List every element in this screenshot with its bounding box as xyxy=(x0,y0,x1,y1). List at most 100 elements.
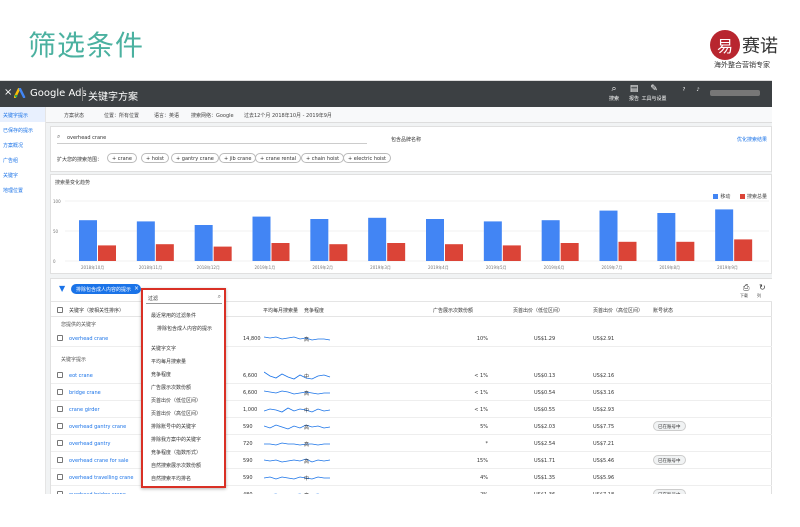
filter-search-input[interactable]: 过滤 ⌕ xyxy=(146,293,222,304)
filter-option[interactable]: 排除我方案中的关键字 xyxy=(151,436,201,443)
row-keyword[interactable]: overhead crane for sale xyxy=(69,458,128,464)
bar-mobile[interactable] xyxy=(310,219,329,261)
row-checkbox[interactable] xyxy=(57,389,63,395)
bar-total[interactable] xyxy=(213,246,232,261)
bar-total[interactable] xyxy=(560,243,579,261)
row-checkbox[interactable] xyxy=(57,457,63,463)
bar-total[interactable] xyxy=(387,243,406,261)
broaden-chip[interactable]: + gantry crane xyxy=(171,153,219,163)
close-icon[interactable]: × xyxy=(134,285,139,292)
bar-total[interactable] xyxy=(618,241,637,261)
sidebar-item-keywords[interactable]: 关键字 xyxy=(0,167,45,182)
row-checkbox[interactable] xyxy=(57,491,63,494)
language-filter[interactable]: 语言：英语 xyxy=(154,112,179,119)
bar-mobile[interactable] xyxy=(657,213,676,261)
bar-total[interactable] xyxy=(502,245,521,261)
col-account-status[interactable]: 账号状态 xyxy=(653,307,673,314)
keyword-input[interactable]: ⌕ overhead crane xyxy=(57,132,367,144)
filter-option[interactable]: 排除账号中的关键字 xyxy=(151,423,196,430)
row-keyword[interactable]: bridge crane xyxy=(69,390,101,396)
sidebar-item-locations[interactable]: 地理位置 xyxy=(0,182,45,197)
bar-total[interactable] xyxy=(676,241,695,261)
bar-mobile[interactable] xyxy=(599,210,618,261)
account-info xyxy=(710,90,760,96)
bar-mobile[interactable] xyxy=(194,225,213,261)
close-icon[interactable]: × xyxy=(4,87,12,98)
filter-option[interactable]: 自然搜索平均排名 xyxy=(151,475,191,482)
filter-option[interactable]: 竞争程度（指数形式） xyxy=(151,449,201,456)
bar-mobile[interactable] xyxy=(426,219,444,261)
row-keyword[interactable]: overhead gantry crane xyxy=(69,424,126,430)
bar-mobile[interactable] xyxy=(541,220,560,261)
columns-icon[interactable]: ↻ xyxy=(759,283,766,292)
row-keyword[interactable]: eot crane xyxy=(69,373,93,379)
location-filter[interactable]: 位置：所有位置 xyxy=(104,112,139,119)
broaden-chip[interactable]: + crane xyxy=(107,153,137,163)
adult-filter-chip[interactable]: 排除包含成人内容的提示 × xyxy=(71,284,142,294)
filter-funnel-icon[interactable]: ▼ xyxy=(59,284,65,293)
refine-results-link[interactable]: 优化搜索结果 xyxy=(737,136,767,143)
broaden-chip[interactable]: + crane rental xyxy=(255,153,302,163)
bar-total[interactable] xyxy=(445,244,463,261)
row-keyword[interactable]: overhead bridge crane xyxy=(69,492,126,494)
bar-mobile[interactable] xyxy=(715,209,734,261)
bar-mobile[interactable] xyxy=(368,217,387,261)
row-avg-searches: 14,800 xyxy=(243,336,261,342)
tools-button[interactable]: ✎ 工具与设置 xyxy=(640,84,668,106)
bar-total[interactable] xyxy=(98,245,116,261)
filter-option[interactable]: 页首出价（低位区间） xyxy=(151,397,201,404)
row-checkbox[interactable] xyxy=(57,423,63,429)
sidebar: 关键字提示 已保存的提示 方案概况 广告组 关键字 地理位置 xyxy=(0,107,46,494)
sidebar-item-plan-overview[interactable]: 方案概况 xyxy=(0,137,45,152)
row-checkbox[interactable] xyxy=(57,406,63,412)
bar-mobile[interactable] xyxy=(252,216,271,261)
plan-status[interactable]: 方案状态 xyxy=(64,112,84,119)
bar-total[interactable] xyxy=(329,244,348,261)
account-status-badge: 已在账号中 xyxy=(653,421,686,431)
row-checkbox[interactable] xyxy=(57,440,63,446)
brand-toggle[interactable]: 包含品牌名称 xyxy=(391,136,421,143)
row-keyword[interactable]: overhead crane xyxy=(69,336,108,342)
notification-bell-icon[interactable]: ♪ xyxy=(684,87,712,109)
bar-total[interactable] xyxy=(155,244,174,261)
date-range-filter[interactable]: 过去12个月 2018年10月 - 2019年9月 xyxy=(244,112,332,119)
row-checkbox[interactable] xyxy=(57,474,63,480)
broaden-chip[interactable]: + hoist xyxy=(141,153,169,163)
select-all-checkbox[interactable] xyxy=(57,307,63,313)
bar-mobile[interactable] xyxy=(79,220,97,261)
sidebar-item-keyword-ideas[interactable]: 关键字提示 xyxy=(0,107,45,122)
filter-option[interactable]: 关键字文字 xyxy=(151,345,176,352)
filter-option[interactable]: 竞争程度 xyxy=(151,371,171,378)
sidebar-item-saved-ideas[interactable]: 已保存的提示 xyxy=(0,122,45,137)
col-keyword[interactable]: 关键字（按相关性排序） xyxy=(69,307,124,314)
filter-option[interactable]: 排除包含成人内容的提示 xyxy=(157,325,212,332)
row-keyword[interactable]: crane girder xyxy=(69,407,100,413)
bar-total[interactable] xyxy=(271,243,290,261)
network-filter[interactable]: 搜索网络：Google xyxy=(191,112,234,119)
col-bid-low[interactable]: 页首出价（低位区间） xyxy=(513,307,563,314)
row-keyword[interactable]: overhead gantry xyxy=(69,441,111,447)
col-impr-share[interactable]: 广告展示次数份额 xyxy=(433,307,473,314)
bar-mobile[interactable] xyxy=(136,221,155,261)
row-competition: 中 xyxy=(304,408,310,414)
download-icon[interactable]: ⎙ xyxy=(743,283,749,293)
row-avg-searches: 6,600 xyxy=(243,390,258,396)
filter-option[interactable]: 平均每月搜索量 xyxy=(151,358,186,365)
row-keyword[interactable]: overhead travelling crane xyxy=(69,475,133,481)
col-avg-searches[interactable]: 平均每月搜索量 xyxy=(263,307,298,314)
row-checkbox[interactable] xyxy=(57,372,63,378)
filter-option[interactable]: 最近常用的过滤条件 xyxy=(151,312,196,319)
broaden-chip[interactable]: + electric hoist xyxy=(343,153,391,163)
filter-option[interactable]: 广告展示次数份额 xyxy=(151,384,191,391)
row-checkbox[interactable] xyxy=(57,335,63,341)
filter-option[interactable]: 自然搜索展示次数份额 xyxy=(151,462,201,469)
filter-option[interactable]: 页首出价（高位区间） xyxy=(151,410,201,417)
broaden-chip[interactable]: + chain hoist xyxy=(301,153,345,163)
bar-mobile[interactable] xyxy=(483,221,502,261)
col-competition[interactable]: 竞争程度 xyxy=(304,307,324,314)
sidebar-item-ad-groups[interactable]: 广告组 xyxy=(0,152,45,167)
bar-total[interactable] xyxy=(734,239,753,261)
col-bid-high[interactable]: 页首出价（高位区间） xyxy=(593,307,643,314)
x-tick-label: 2019年8月 xyxy=(659,264,680,270)
broaden-chip[interactable]: + jib crane xyxy=(219,153,257,163)
